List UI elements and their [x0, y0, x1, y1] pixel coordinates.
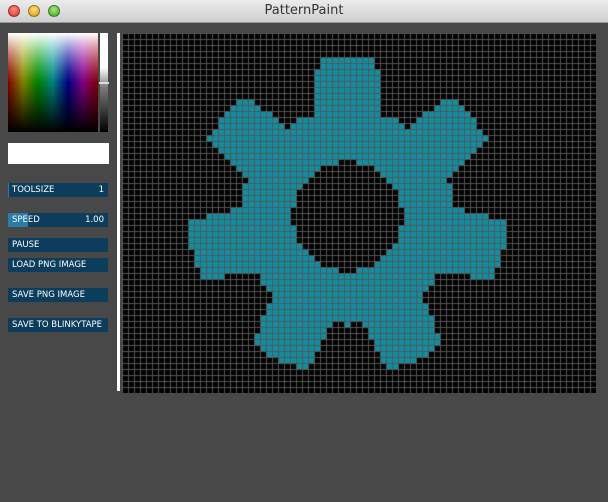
speed-label: SPEED — [12, 215, 40, 225]
toolsize-slider-fill — [8, 183, 9, 197]
toolsize-label: TOOLSIZE — [12, 185, 55, 195]
app-window: PatternPaint TOOLSIZE 1 SPEED 1.00 PAUSE… — [0, 0, 608, 502]
save-png-button-label: SAVE PNG IMAGE — [12, 290, 85, 300]
load-png-button-label: LOAD PNG IMAGE — [12, 260, 87, 270]
pause-button[interactable]: PAUSE — [8, 238, 108, 252]
window-title: PatternPaint — [264, 3, 344, 18]
brightness-slider-handle[interactable] — [99, 82, 109, 84]
toolsize-value: 1 — [98, 185, 104, 195]
pause-button-label: PAUSE — [12, 240, 40, 250]
save-blinkytape-button[interactable]: SAVE TO BLINKYTAPE — [8, 318, 108, 332]
pattern-canvas[interactable] — [122, 33, 596, 393]
hue-saturation-field[interactable] — [8, 33, 98, 132]
speed-value: 1.00 — [85, 215, 104, 225]
toolsize-slider[interactable]: TOOLSIZE 1 — [8, 183, 108, 197]
playhead-bar[interactable] — [117, 33, 120, 391]
save-blinkytape-button-label: SAVE TO BLINKYTAPE — [12, 320, 103, 330]
brightness-slider[interactable] — [99, 33, 109, 132]
title-bar: PatternPaint — [0, 0, 608, 23]
color-picker[interactable] — [8, 33, 109, 132]
selected-color-swatch — [8, 143, 109, 164]
speed-slider[interactable]: SPEED 1.00 — [8, 213, 108, 227]
save-png-button[interactable]: SAVE PNG IMAGE — [8, 288, 108, 302]
load-png-button[interactable]: LOAD PNG IMAGE — [8, 258, 108, 272]
